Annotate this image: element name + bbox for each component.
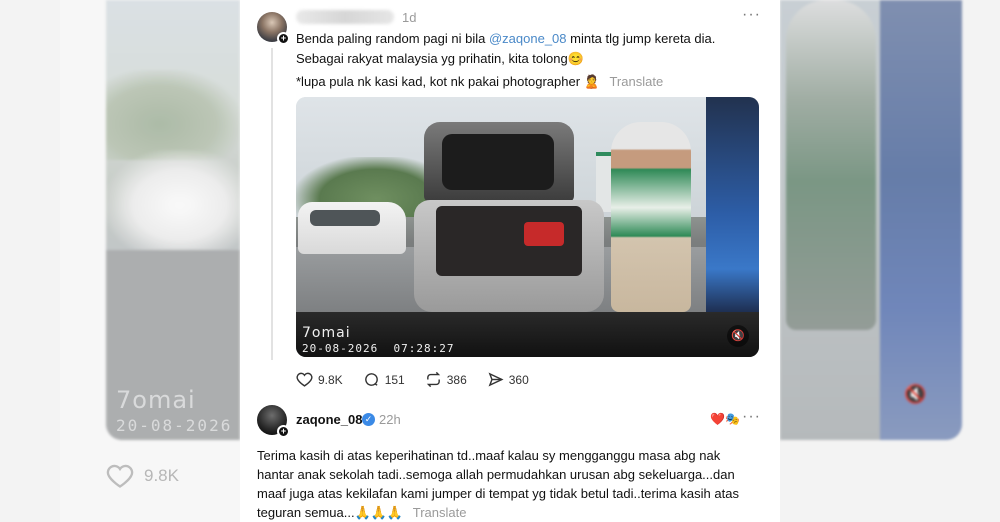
background-video-left — [106, 0, 240, 440]
post-note: *lupa pula nk kasi kad, kot nk pakai pho… — [296, 72, 766, 92]
post-actions: 9.8K 151 386 360 — [296, 371, 549, 388]
reply-more-options-icon[interactable]: ··· — [742, 408, 761, 426]
video-watermark-logo: 7omai — [302, 325, 351, 341]
reply-translate-link[interactable]: Translate — [413, 505, 467, 520]
repost-button[interactable]: 386 — [425, 371, 467, 388]
thread-card: + 1d ··· Benda paling random pagi ni bil… — [240, 0, 780, 522]
reply-text-body: Terima kasih di atas keperihatinan td..m… — [257, 448, 739, 520]
mute-icon[interactable]: 🔇 — [727, 325, 749, 347]
like-button[interactable]: 9.8K — [296, 371, 343, 388]
reply-username[interactable]: zaqone_08 — [296, 412, 362, 427]
video-fuel-pump — [706, 97, 759, 312]
avatar[interactable]: + — [257, 12, 290, 45]
video-hatchback — [414, 122, 604, 312]
video-person — [611, 122, 691, 312]
repost-count: 386 — [446, 372, 467, 387]
post-text: Benda paling random pagi ni bila @zaqone… — [296, 29, 766, 69]
post-note-text: *lupa pula nk kasi kad, kot nk pakai pho… — [296, 74, 581, 89]
video-watermark-timestamp: 20-08-2026 07:28:27 — [302, 342, 455, 355]
background-like-stat: 9.8K — [106, 462, 179, 490]
follow-plus-icon[interactable]: + — [277, 32, 290, 45]
comment-button[interactable]: 151 — [363, 371, 405, 388]
redacted-username — [296, 10, 394, 24]
like-count: 9.8K — [318, 372, 343, 387]
background-car — [106, 150, 240, 250]
reply-text: Terima kasih di atas keperihatinan td..m… — [257, 446, 757, 522]
share-button[interactable]: 360 — [487, 371, 529, 388]
background-person — [786, 0, 876, 330]
smile-emoji: 😊 — [567, 51, 584, 66]
background-fuel-pump — [880, 0, 962, 440]
repost-icon — [426, 371, 440, 388]
comment-count: 151 — [384, 372, 405, 387]
reply-follow-plus-icon[interactable]: + — [277, 425, 290, 438]
note-emoji: 🙎 — [583, 74, 600, 89]
mention-link[interactable]: @zaqone_08 — [489, 31, 567, 46]
share-count: 360 — [508, 372, 529, 387]
thread-connector-line — [271, 48, 273, 360]
reply-reaction-icon: ❤️🎭 — [710, 412, 740, 426]
background-watermark-logo: 7omai — [116, 386, 196, 414]
heart-icon — [296, 372, 313, 387]
background-watermark-date: 20-08-2026 — [116, 416, 233, 435]
background-heart-icon — [106, 464, 134, 488]
background-like-count: 9.8K — [144, 466, 179, 485]
reply-timestamp: 22h — [379, 412, 401, 427]
verified-badge-icon: ✓ — [362, 413, 375, 426]
video-red-item — [524, 222, 564, 246]
video-open-hatch — [424, 122, 574, 202]
background-video-right: 🔇 — [780, 0, 962, 440]
comment-icon — [364, 373, 378, 386]
post-text-part1: Benda paling random pagi ni bila — [296, 31, 489, 46]
background-trees — [106, 70, 240, 160]
share-icon — [488, 372, 504, 387]
more-options-icon[interactable]: ··· — [742, 6, 761, 24]
reply-avatar[interactable]: + — [257, 405, 290, 438]
background-mute-icon: 🔇 — [904, 384, 927, 404]
post-video[interactable]: 7omai 20-08-2026 07:28:27 🔇 — [296, 97, 759, 357]
post-timestamp: 1d — [402, 10, 417, 25]
translate-link[interactable]: Translate — [609, 74, 663, 89]
pray-emoji: 🙏🙏🙏 — [354, 505, 404, 520]
video-white-van — [298, 202, 406, 254]
